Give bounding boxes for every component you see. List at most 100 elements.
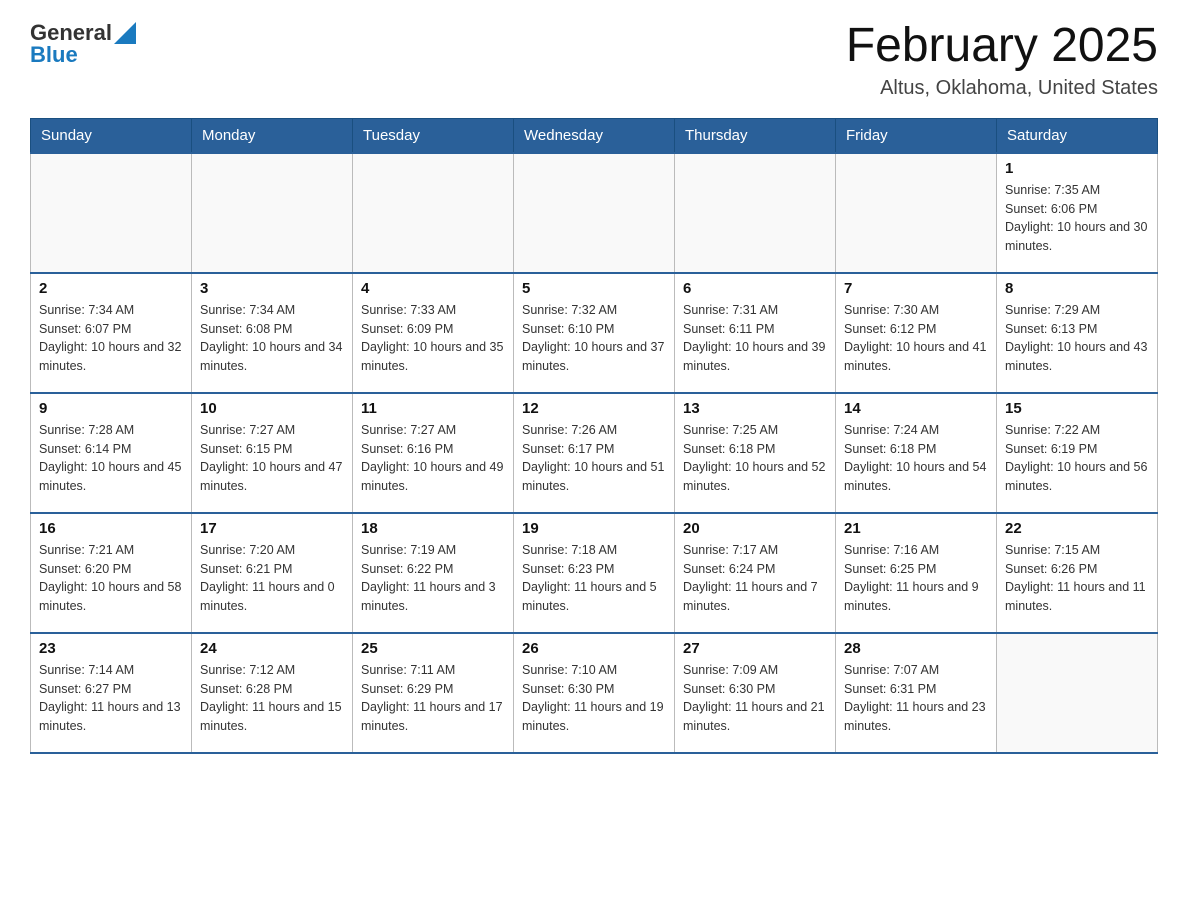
day-info: Sunrise: 7:21 AMSunset: 6:20 PMDaylight:…	[39, 541, 183, 616]
col-header-monday: Monday	[192, 118, 353, 153]
day-info: Sunrise: 7:30 AMSunset: 6:12 PMDaylight:…	[844, 301, 988, 376]
day-info: Sunrise: 7:20 AMSunset: 6:21 PMDaylight:…	[200, 541, 344, 616]
location-subtitle: Altus, Oklahoma, United States	[846, 77, 1158, 100]
day-info: Sunrise: 7:22 AMSunset: 6:19 PMDaylight:…	[1005, 421, 1149, 496]
calendar-cell: 18 Sunrise: 7:19 AMSunset: 6:22 PMDayligh…	[353, 513, 514, 633]
calendar-cell: 15 Sunrise: 7:22 AMSunset: 6:19 PMDayligh…	[997, 393, 1158, 513]
calendar-cell: 3 Sunrise: 7:34 AMSunset: 6:08 PMDaylight…	[192, 273, 353, 393]
day-number: 21	[844, 520, 988, 537]
day-info: Sunrise: 7:07 AMSunset: 6:31 PMDaylight:…	[844, 661, 988, 736]
calendar-cell	[675, 153, 836, 273]
day-number: 7	[844, 280, 988, 297]
day-info: Sunrise: 7:31 AMSunset: 6:11 PMDaylight:…	[683, 301, 827, 376]
day-number: 18	[361, 520, 505, 537]
logo-blue-text: Blue	[30, 42, 78, 68]
calendar-cell	[836, 153, 997, 273]
day-number: 6	[683, 280, 827, 297]
day-number: 1	[1005, 160, 1149, 177]
day-info: Sunrise: 7:11 AMSunset: 6:29 PMDaylight:…	[361, 661, 505, 736]
col-header-wednesday: Wednesday	[514, 118, 675, 153]
col-header-tuesday: Tuesday	[353, 118, 514, 153]
calendar-header-row: SundayMondayTuesdayWednesdayThursdayFrid…	[31, 118, 1158, 153]
day-number: 19	[522, 520, 666, 537]
day-info: Sunrise: 7:15 AMSunset: 6:26 PMDaylight:…	[1005, 541, 1149, 616]
calendar-cell: 14 Sunrise: 7:24 AMSunset: 6:18 PMDayligh…	[836, 393, 997, 513]
day-info: Sunrise: 7:16 AMSunset: 6:25 PMDaylight:…	[844, 541, 988, 616]
calendar-cell: 21 Sunrise: 7:16 AMSunset: 6:25 PMDayligh…	[836, 513, 997, 633]
calendar-cell: 8Sunrise: 7:29 AMSunset: 6:13 PMDaylight…	[997, 273, 1158, 393]
calendar-cell: 28 Sunrise: 7:07 AMSunset: 6:31 PMDayligh…	[836, 633, 997, 753]
day-info: Sunrise: 7:09 AMSunset: 6:30 PMDaylight:…	[683, 661, 827, 736]
day-number: 8	[1005, 280, 1149, 297]
calendar-cell: 7 Sunrise: 7:30 AMSunset: 6:12 PMDaylight…	[836, 273, 997, 393]
calendar-cell: 16 Sunrise: 7:21 AMSunset: 6:20 PMDayligh…	[31, 513, 192, 633]
calendar-cell: 25 Sunrise: 7:11 AMSunset: 6:29 PMDayligh…	[353, 633, 514, 753]
day-number: 26	[522, 640, 666, 657]
month-title: February 2025	[846, 20, 1158, 73]
day-info: Sunrise: 7:10 AMSunset: 6:30 PMDaylight:…	[522, 661, 666, 736]
col-header-thursday: Thursday	[675, 118, 836, 153]
calendar-cell: 24Sunrise: 7:12 AMSunset: 6:28 PMDayligh…	[192, 633, 353, 753]
day-number: 28	[844, 640, 988, 657]
day-info: Sunrise: 7:25 AMSunset: 6:18 PMDaylight:…	[683, 421, 827, 496]
calendar-cell: 26 Sunrise: 7:10 AMSunset: 6:30 PMDayligh…	[514, 633, 675, 753]
day-info: Sunrise: 7:24 AMSunset: 6:18 PMDaylight:…	[844, 421, 988, 496]
day-info: Sunrise: 7:34 AMSunset: 6:07 PMDaylight:…	[39, 301, 183, 376]
logo: General Blue	[30, 20, 136, 68]
day-info: Sunrise: 7:26 AMSunset: 6:17 PMDaylight:…	[522, 421, 666, 496]
day-number: 3	[200, 280, 344, 297]
calendar-cell: 10Sunrise: 7:27 AMSunset: 6:15 PMDayligh…	[192, 393, 353, 513]
day-info: Sunrise: 7:33 AMSunset: 6:09 PMDaylight:…	[361, 301, 505, 376]
calendar-cell: 19Sunrise: 7:18 AMSunset: 6:23 PMDayligh…	[514, 513, 675, 633]
calendar-table: SundayMondayTuesdayWednesdayThursdayFrid…	[30, 118, 1158, 754]
calendar-cell	[353, 153, 514, 273]
calendar-cell: 13Sunrise: 7:25 AMSunset: 6:18 PMDayligh…	[675, 393, 836, 513]
calendar-cell: 6 Sunrise: 7:31 AMSunset: 6:11 PMDaylight…	[675, 273, 836, 393]
calendar-week-row: 9 Sunrise: 7:28 AMSunset: 6:14 PMDaylight…	[31, 393, 1158, 513]
day-number: 14	[844, 400, 988, 417]
calendar-cell	[192, 153, 353, 273]
calendar-cell	[997, 633, 1158, 753]
day-info: Sunrise: 7:28 AMSunset: 6:14 PMDaylight:…	[39, 421, 183, 496]
calendar-week-row: 2 Sunrise: 7:34 AMSunset: 6:07 PMDaylight…	[31, 273, 1158, 393]
title-block: February 2025 Altus, Oklahoma, United St…	[846, 20, 1158, 100]
calendar-cell: 27 Sunrise: 7:09 AMSunset: 6:30 PMDayligh…	[675, 633, 836, 753]
day-number: 5	[522, 280, 666, 297]
day-number: 23	[39, 640, 183, 657]
day-number: 2	[39, 280, 183, 297]
day-number: 12	[522, 400, 666, 417]
calendar-cell: 5 Sunrise: 7:32 AMSunset: 6:10 PMDaylight…	[514, 273, 675, 393]
day-info: Sunrise: 7:17 AMSunset: 6:24 PMDaylight:…	[683, 541, 827, 616]
day-number: 15	[1005, 400, 1149, 417]
calendar-cell	[514, 153, 675, 273]
calendar-week-row: 23 Sunrise: 7:14 AMSunset: 6:27 PMDayligh…	[31, 633, 1158, 753]
logo-triangle-icon	[114, 22, 136, 44]
calendar-cell: 23 Sunrise: 7:14 AMSunset: 6:27 PMDayligh…	[31, 633, 192, 753]
day-info: Sunrise: 7:19 AMSunset: 6:22 PMDaylight:…	[361, 541, 505, 616]
col-header-saturday: Saturday	[997, 118, 1158, 153]
day-number: 22	[1005, 520, 1149, 537]
calendar-cell: 2 Sunrise: 7:34 AMSunset: 6:07 PMDaylight…	[31, 273, 192, 393]
day-info: Sunrise: 7:34 AMSunset: 6:08 PMDaylight:…	[200, 301, 344, 376]
calendar-cell: 20 Sunrise: 7:17 AMSunset: 6:24 PMDayligh…	[675, 513, 836, 633]
day-info: Sunrise: 7:35 AMSunset: 6:06 PMDaylight:…	[1005, 181, 1149, 256]
col-header-friday: Friday	[836, 118, 997, 153]
day-info: Sunrise: 7:32 AMSunset: 6:10 PMDaylight:…	[522, 301, 666, 376]
day-number: 17	[200, 520, 344, 537]
calendar-cell: 12 Sunrise: 7:26 AMSunset: 6:17 PMDayligh…	[514, 393, 675, 513]
calendar-cell: 1 Sunrise: 7:35 AMSunset: 6:06 PMDaylight…	[997, 153, 1158, 273]
day-number: 16	[39, 520, 183, 537]
day-number: 9	[39, 400, 183, 417]
day-number: 24	[200, 640, 344, 657]
calendar-cell: 11Sunrise: 7:27 AMSunset: 6:16 PMDayligh…	[353, 393, 514, 513]
col-header-sunday: Sunday	[31, 118, 192, 153]
day-number: 27	[683, 640, 827, 657]
calendar-week-row: 16 Sunrise: 7:21 AMSunset: 6:20 PMDayligh…	[31, 513, 1158, 633]
page-header: General Blue February 2025 Altus, Oklaho…	[30, 20, 1158, 100]
calendar-cell: 4Sunrise: 7:33 AMSunset: 6:09 PMDaylight…	[353, 273, 514, 393]
calendar-cell: 17 Sunrise: 7:20 AMSunset: 6:21 PMDayligh…	[192, 513, 353, 633]
day-number: 25	[361, 640, 505, 657]
day-number: 20	[683, 520, 827, 537]
day-number: 11	[361, 400, 505, 417]
day-info: Sunrise: 7:14 AMSunset: 6:27 PMDaylight:…	[39, 661, 183, 736]
